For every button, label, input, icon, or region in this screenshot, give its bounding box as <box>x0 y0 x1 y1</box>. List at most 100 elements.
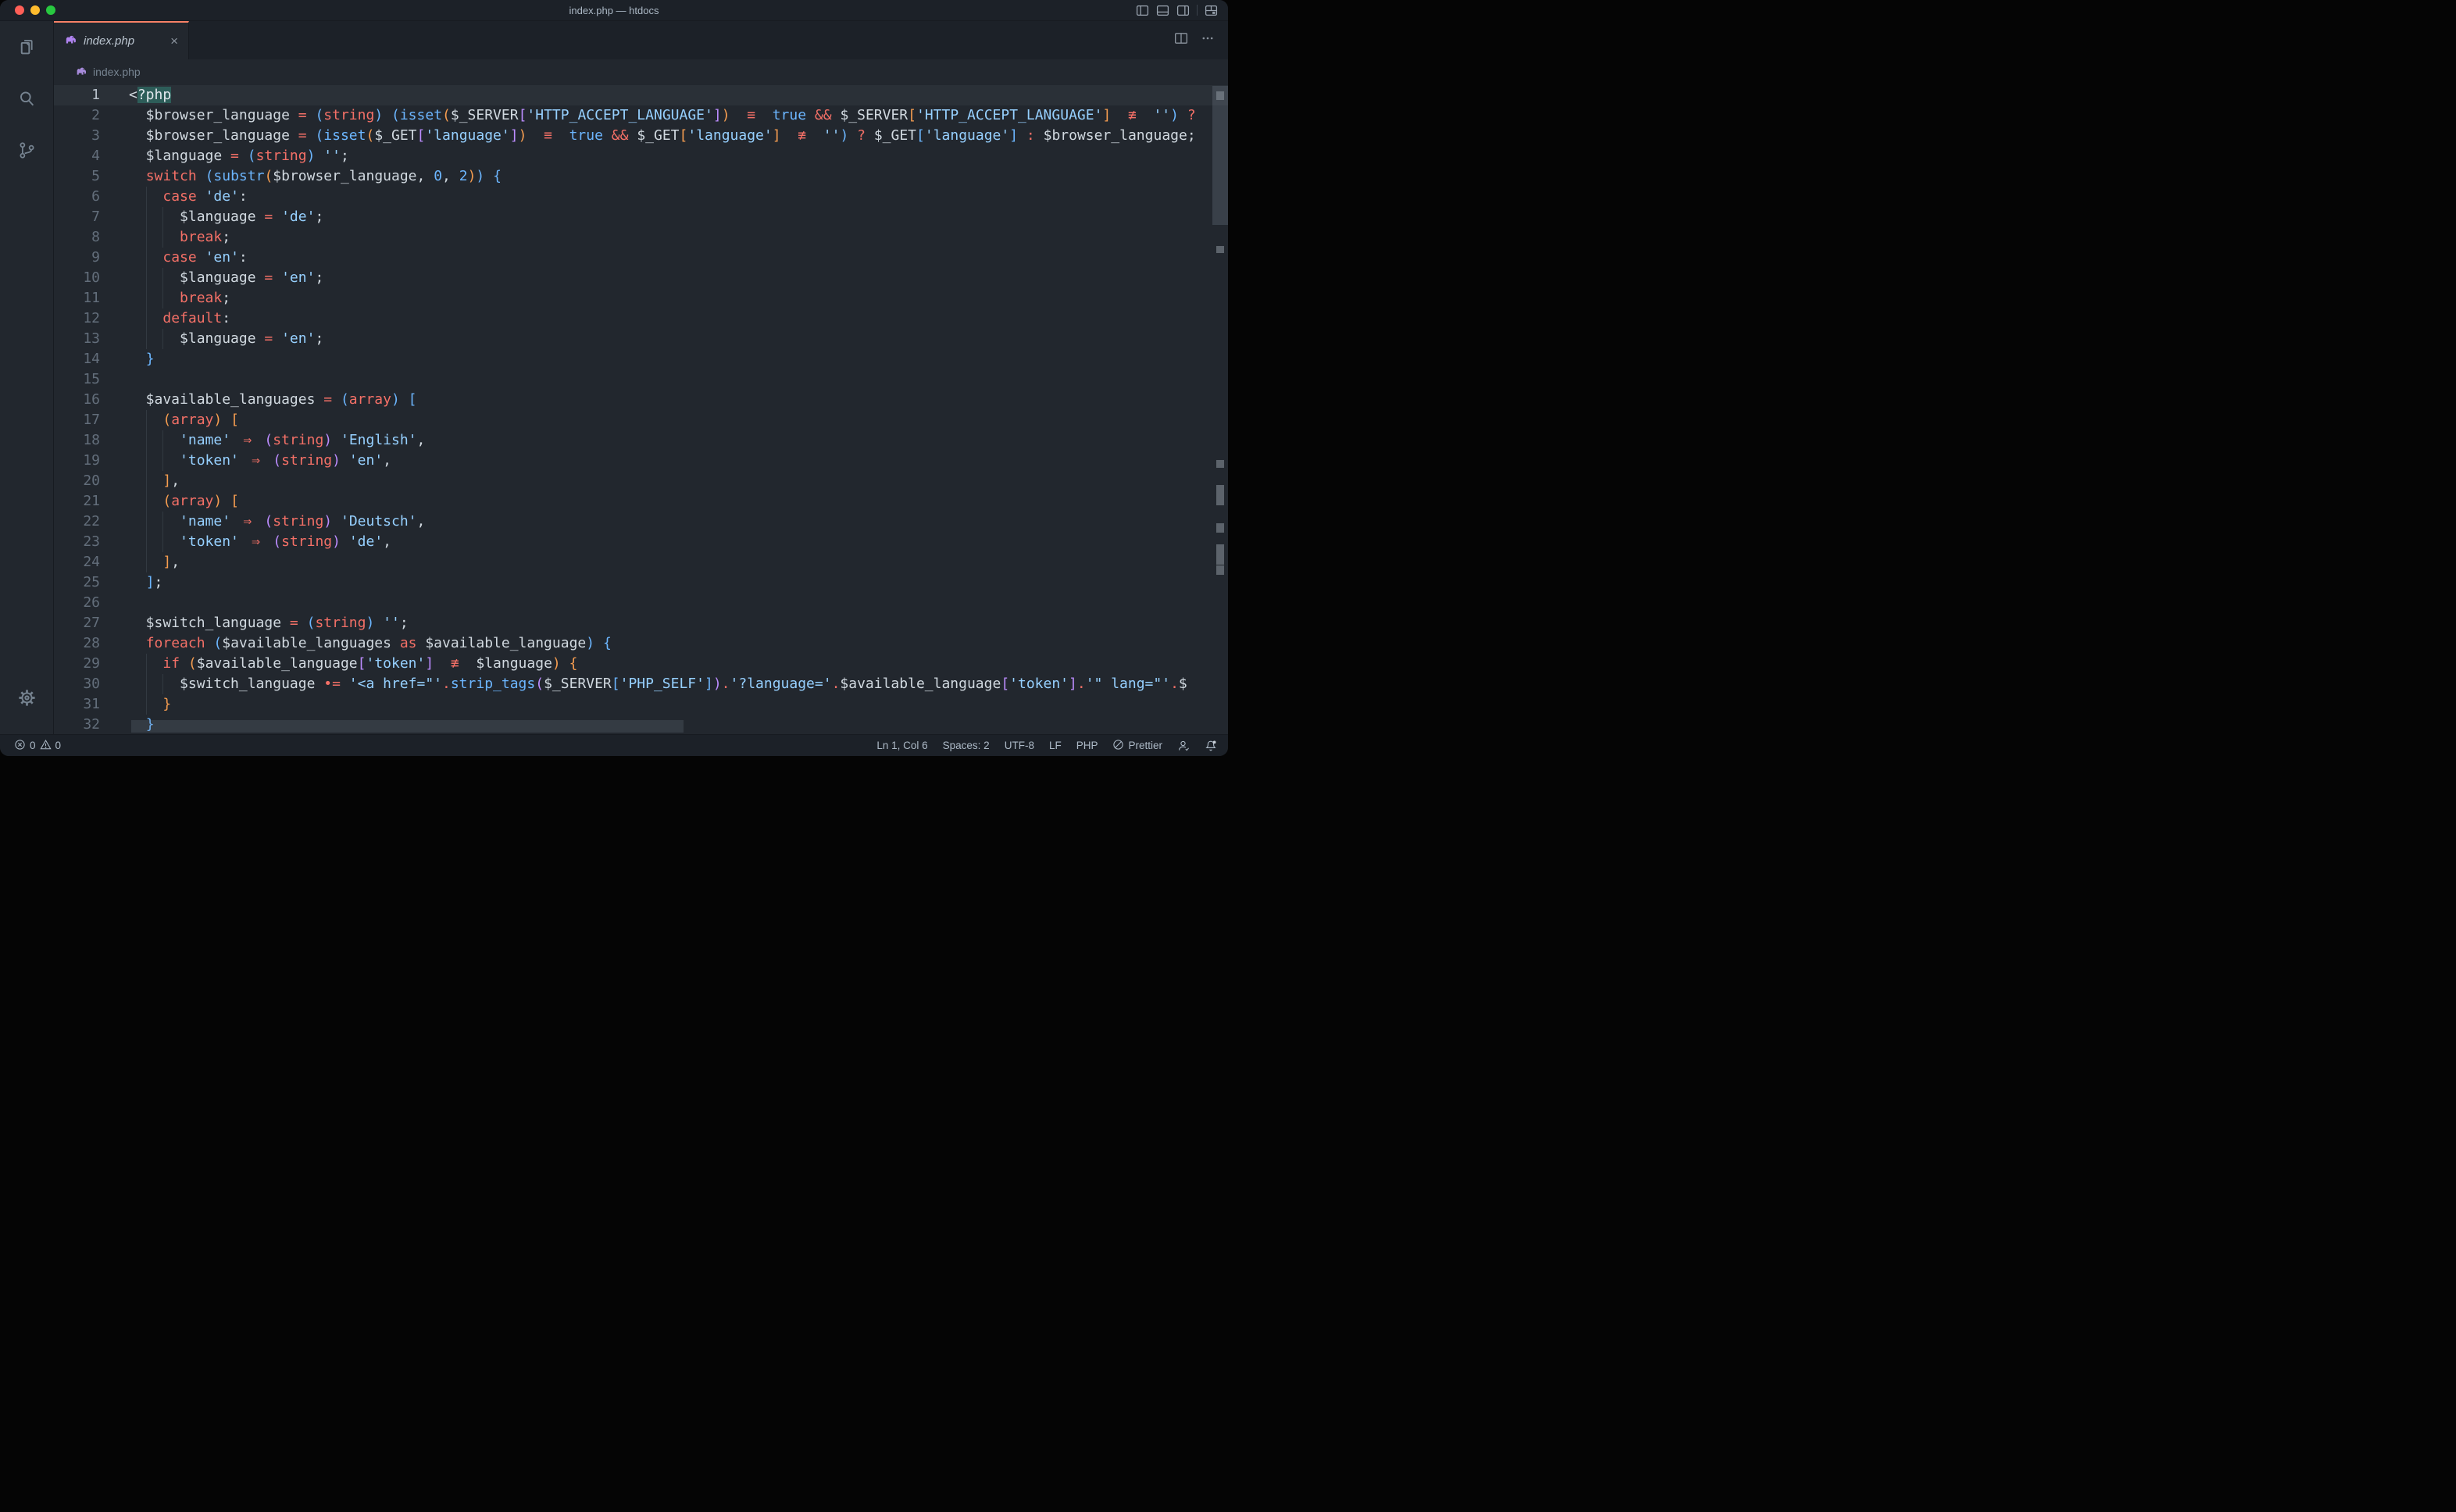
code-line[interactable]: 18 'name' ⇒ (string) 'English', <box>54 430 1228 451</box>
code-line[interactable]: 28 foreach ($available_languages as $ava… <box>54 633 1228 654</box>
encoding-status[interactable]: UTF-8 <box>1005 740 1034 751</box>
code-line[interactable]: 6 case 'de': <box>54 187 1228 207</box>
toggle-sidebar-icon[interactable] <box>1136 4 1149 17</box>
code-line[interactable]: 23 'token' ⇒ (string) 'de', <box>54 532 1228 552</box>
vertical-scrollbar-slider[interactable] <box>1212 86 1228 225</box>
close-window-button[interactable] <box>15 5 24 15</box>
code-token: 'language' <box>924 127 1010 144</box>
formatter-status[interactable]: Prettier <box>1112 739 1162 753</box>
line-number: 10 <box>83 269 100 286</box>
problems-status[interactable]: 0 0 <box>14 739 61 753</box>
code-line[interactable]: 4 $language = (string) ''; <box>54 146 1228 166</box>
eol-status[interactable]: LF <box>1049 740 1062 751</box>
code-line[interactable]: 19 'token' ⇒ (string) 'en', <box>54 451 1228 471</box>
code-line[interactable]: 17 (array) [ <box>54 410 1228 430</box>
code-line-text: $language = 'de'; <box>129 207 323 227</box>
language-mode-status[interactable]: PHP <box>1076 740 1098 751</box>
code-token: ≢ <box>450 655 459 672</box>
toggle-secondary-sidebar-icon[interactable] <box>1176 4 1190 17</box>
vertical-scrollbar[interactable] <box>1212 84 1228 734</box>
notifications-bell-icon[interactable] <box>1205 740 1217 752</box>
code-line[interactable]: 16 $available_languages = (array) [ <box>54 390 1228 410</box>
code-line[interactable]: 3 $browser_language = (isset($_GET['lang… <box>54 126 1228 146</box>
code-token: ) <box>332 452 341 469</box>
code-token: '' <box>323 148 341 164</box>
code-line[interactable]: 9 case 'en': <box>54 248 1228 268</box>
code-line[interactable]: 31 } <box>54 694 1228 715</box>
code-token: ⇒ <box>252 533 260 550</box>
code-line[interactable]: 22 'name' ⇒ (string) 'Deutsch', <box>54 512 1228 532</box>
split-editor-icon[interactable] <box>1174 31 1188 49</box>
code-line[interactable]: 15 <box>54 369 1228 390</box>
code-token: ) <box>323 432 333 448</box>
code-token: . <box>831 676 841 692</box>
code-token: [ <box>416 127 426 144</box>
code-token: ) <box>213 412 223 428</box>
zoom-window-button[interactable] <box>46 5 55 15</box>
overview-ruler-mark <box>1216 91 1224 100</box>
accounts-icon[interactable] <box>1177 740 1190 752</box>
code-line[interactable]: 2 $browser_language = (string) (isset($_… <box>54 105 1228 126</box>
indent-guide <box>162 288 164 308</box>
code-editor[interactable]: 1 <?php 2 $browser_language = (string) (is… <box>54 84 1228 734</box>
code-line[interactable]: 10 $language = 'en'; <box>54 268 1228 288</box>
code-token: ) <box>213 493 223 509</box>
code-line[interactable]: 5 switch (substr($browser_language, 0, 2… <box>54 166 1228 187</box>
code-line[interactable]: 21 (array) [ <box>54 491 1228 512</box>
code-token: string <box>315 615 366 631</box>
code-token: , <box>416 432 426 448</box>
source-control-icon[interactable] <box>0 124 54 176</box>
code-line[interactable]: 7 $language = 'de'; <box>54 207 1228 227</box>
settings-gear-icon[interactable] <box>0 672 54 723</box>
code-token: 'name' <box>180 513 231 530</box>
explorer-icon[interactable] <box>0 21 54 73</box>
code-token: isset <box>399 107 443 123</box>
code-token: ; <box>399 615 409 631</box>
search-icon[interactable] <box>0 73 54 124</box>
code-line[interactable]: 30 $switch_language •= '<a href="'.strip… <box>54 674 1228 694</box>
toggle-panel-icon[interactable] <box>1156 4 1169 17</box>
code-line[interactable]: 14 } <box>54 349 1228 369</box>
code-line-text: 'name' ⇒ (string) 'English', <box>129 430 425 451</box>
cursor-position-status[interactable]: Ln 1, Col 6 <box>876 740 927 751</box>
indent-guide <box>145 654 147 674</box>
code-line[interactable]: 26 <box>54 593 1228 613</box>
minimize-window-button[interactable] <box>30 5 40 15</box>
breadcrumb[interactable]: index.php <box>54 59 1228 84</box>
customize-layout-icon[interactable] <box>1205 4 1218 17</box>
code-token: ( <box>366 127 375 144</box>
horizontal-scrollbar[interactable] <box>131 720 684 733</box>
code-token: . <box>721 676 730 692</box>
code-line[interactable]: 25 ]; <box>54 572 1228 593</box>
code-token: array <box>348 391 391 408</box>
line-number: 12 <box>83 310 100 326</box>
code-line[interactable]: 12 default: <box>54 308 1228 329</box>
code-line[interactable]: 11 break; <box>54 288 1228 308</box>
line-number: 2 <box>91 107 100 123</box>
code-line[interactable]: 8 break; <box>54 227 1228 248</box>
code-token: ≢ <box>798 127 807 144</box>
code-line[interactable]: 20 ], <box>54 471 1228 491</box>
code-token: 'name' <box>180 432 231 448</box>
indentation-status[interactable]: Spaces: 2 <box>943 740 990 751</box>
code-line[interactable]: 24 ], <box>54 552 1228 572</box>
code-line[interactable]: 13 $language = 'en'; <box>54 329 1228 349</box>
code-line[interactable]: 29 if ($available_language['token'] ≢ $l… <box>54 654 1228 674</box>
more-actions-icon[interactable] <box>1201 31 1215 49</box>
code-token: = <box>264 209 273 225</box>
code-line[interactable]: 1 <?php <box>54 85 1228 105</box>
code-token: true <box>772 107 807 123</box>
code-token: 0 <box>434 168 443 184</box>
tab-close-icon[interactable]: × <box>168 34 180 48</box>
code-line-text: ], <box>129 471 180 491</box>
code-token: 'language' <box>425 127 510 144</box>
tab-index-php[interactable]: index.php × <box>54 21 189 59</box>
code-line[interactable]: 27 $switch_language = (string) ''; <box>54 613 1228 633</box>
